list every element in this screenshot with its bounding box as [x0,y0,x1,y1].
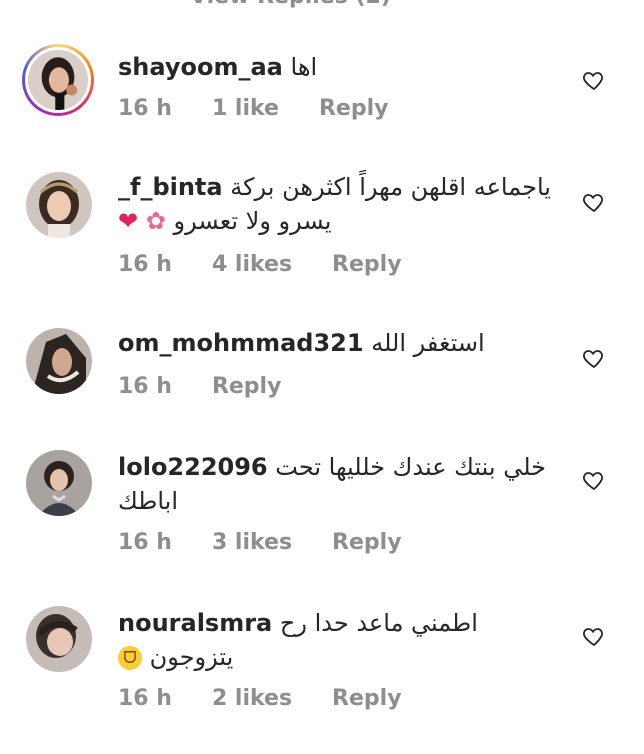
comment-username[interactable]: om_mohmmad321 [118,329,364,357]
comment-time: 16 h [118,530,172,555]
reply-button[interactable]: Reply [332,686,402,711]
comment-time: 16 h [118,686,172,711]
red-heart-emoji: ❤ [118,207,139,235]
comment-text: استغفر الله [371,329,485,357]
heart-outline-icon[interactable] [582,468,606,492]
comment-likes[interactable]: 1 like [212,96,279,121]
comment-username[interactable]: _f_binta [118,173,223,201]
comment-text: ياجماعه اقلهن مهراً اكثرهن بركة [230,173,551,201]
avatar[interactable] [22,44,94,116]
heart-outline-icon[interactable] [582,190,606,214]
avatar[interactable] [26,450,92,516]
comment-text-line2: اباطك [118,487,178,515]
avatar[interactable] [26,172,92,238]
comment-text: خلي بنتك عندك خلليها تحت [275,453,546,481]
comment-likes[interactable]: 2 likes [212,686,292,711]
cherry-blossom-emoji: ✿ [145,207,166,235]
comment-username[interactable]: nouralsmra [118,609,272,637]
reply-button[interactable]: Reply [332,530,402,555]
heart-outline-icon[interactable] [582,346,606,370]
comment-time: 16 h [118,374,172,399]
comment-text: اطمني ماعد حدا رح [279,609,478,637]
comment-username[interactable]: lolo222096 [118,453,268,481]
heart-outline-icon[interactable] [582,624,606,648]
comment-likes[interactable]: 4 likes [212,252,292,277]
comment-time: 16 h [118,96,172,121]
comment-likes[interactable]: 3 likes [212,530,292,555]
comment-text: اها [290,53,318,81]
comment-text-line2: يتزوجون [149,643,234,671]
view-replies-link[interactable]: View Replies (2) [190,0,391,9]
avatar[interactable] [26,328,92,394]
avatar[interactable] [26,606,92,672]
reply-button[interactable]: Reply [319,96,389,121]
reply-button[interactable]: Reply [332,252,402,277]
comment-username[interactable]: shayoom_aa [118,53,283,81]
comment-text-line2: يسرو ولا تعسرو [173,207,332,235]
heart-outline-icon[interactable] [582,68,606,92]
reply-button[interactable]: Reply [212,374,282,399]
grinning-emoji: ᗜ [118,646,142,670]
comment-time: 16 h [118,252,172,277]
